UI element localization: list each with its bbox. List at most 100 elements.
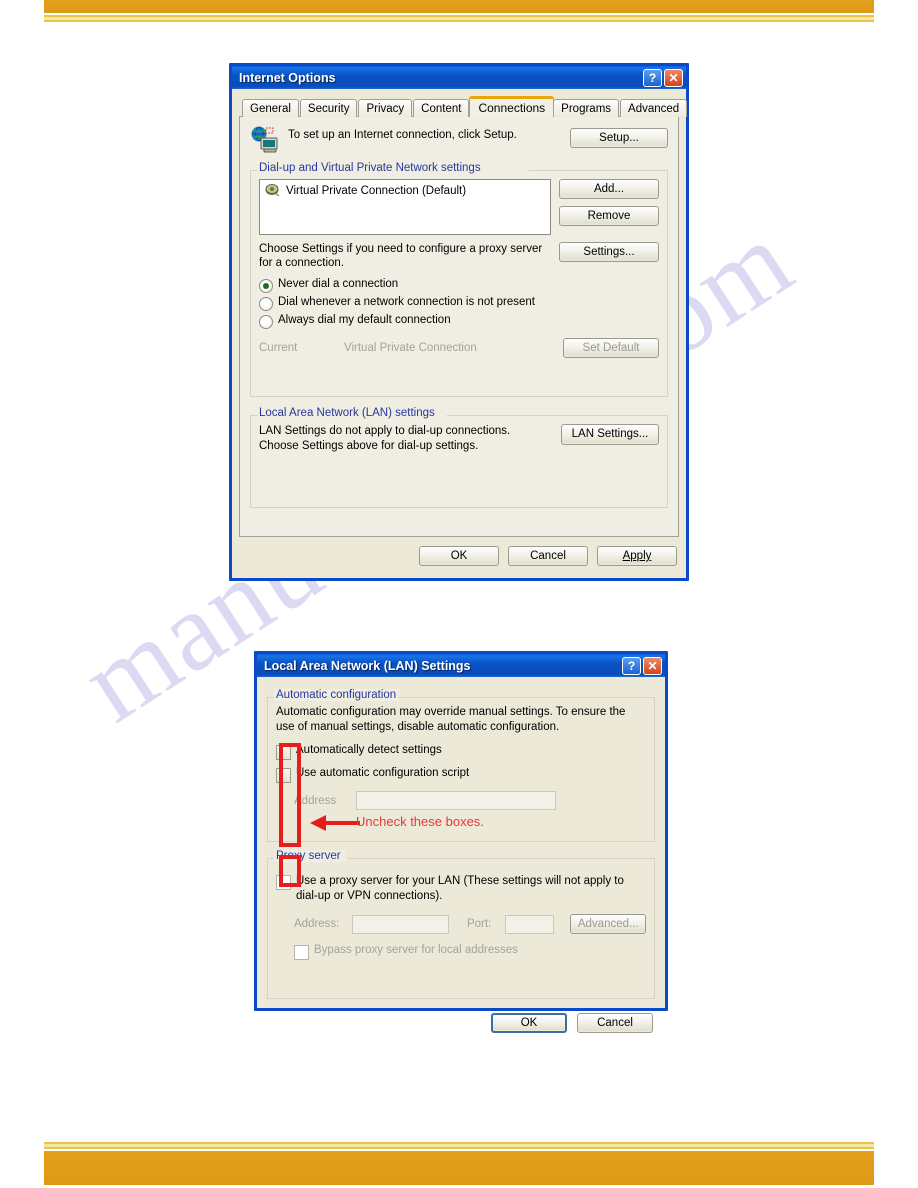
proxy-address-row: Address: Port: Advanced... xyxy=(276,914,647,934)
dialup-buttons: Add... Remove xyxy=(559,179,659,235)
current-connection-row: Current Virtual Private Connection Set D… xyxy=(259,338,659,358)
proxy-port-input[interactable] xyxy=(504,914,555,934)
list-item[interactable]: Virtual Private Connection (Default) xyxy=(265,184,545,198)
header-rule-line-c xyxy=(44,20,874,22)
setup-button[interactable]: Setup... xyxy=(570,128,668,148)
current-label: Current xyxy=(259,342,298,354)
setup-button-label: Setup... xyxy=(599,132,639,144)
lan-cancel-button-label: Cancel xyxy=(597,1017,633,1029)
apply-button[interactable]: Apply xyxy=(597,546,677,566)
bypass-proxy-label: Bypass proxy server for local addresses xyxy=(314,944,518,956)
internet-options-footer: OK Cancel Apply xyxy=(239,546,679,566)
page-footer-rule xyxy=(44,1142,874,1185)
annotation-note: Uncheck these boxes. xyxy=(356,814,484,829)
lan-settings-legend: Local Area Network (LAN) settings xyxy=(257,407,439,419)
lan-cancel-button[interactable]: Cancel xyxy=(577,1013,653,1033)
auto-detect-settings-label: Automatically detect settings xyxy=(296,744,442,756)
use-auto-config-script-checkbox[interactable] xyxy=(276,768,291,783)
proxy-server-legend: Proxy server xyxy=(274,850,345,862)
automatic-configuration-description: Automatic configuration may override man… xyxy=(276,706,626,733)
lan-settings-titlebar: Local Area Network (LAN) Settings ? ✕ xyxy=(257,654,665,677)
internet-options-body: General Security Privacy Content Connect… xyxy=(232,89,688,573)
remove-button[interactable]: Remove xyxy=(559,206,659,226)
radio-never-dial-row[interactable]: Never dial a connection xyxy=(259,278,659,293)
help-icon[interactable]: ? xyxy=(622,656,641,675)
internet-options-tabstrip: General Security Privacy Content Connect… xyxy=(239,96,688,117)
auto-address-label: Address xyxy=(294,794,337,807)
auto-detect-settings-row[interactable]: Automatically detect settings xyxy=(276,744,646,760)
set-default-button-label: Set Default xyxy=(582,342,640,354)
use-auto-config-script-label: Use automatic configuration script xyxy=(296,767,470,779)
tab-programs[interactable]: Programs xyxy=(553,99,620,117)
lan-settings-footer: OK Cancel xyxy=(267,1013,655,1033)
help-icon[interactable]: ? xyxy=(643,68,662,87)
use-proxy-row[interactable]: Use a proxy server for your LAN (These s… xyxy=(276,874,646,904)
bypass-proxy-row: Bypass proxy server for local addresses xyxy=(276,944,646,960)
tab-connections[interactable]: Connections xyxy=(469,96,555,117)
connections-tab-page: To set up an Internet connection, click … xyxy=(239,116,679,537)
set-default-button: Set Default xyxy=(563,338,659,358)
proxy-address-label: Address: xyxy=(294,918,340,930)
tab-general[interactable]: General xyxy=(242,99,299,117)
auto-detect-settings-checkbox[interactable] xyxy=(276,745,291,760)
radio-always-dial-label: Always dial my default connection xyxy=(278,314,451,326)
ok-button[interactable]: OK xyxy=(419,546,499,566)
radio-always-dial[interactable] xyxy=(259,315,273,329)
automatic-configuration-legend: Automatic configuration xyxy=(274,689,401,701)
radio-dial-whenever[interactable] xyxy=(259,297,273,311)
use-auto-config-script-row[interactable]: Use automatic configuration script xyxy=(276,767,646,783)
lan-ok-button-label: OK xyxy=(520,1017,538,1029)
internet-options-title: Internet Options xyxy=(239,70,336,85)
tab-advanced[interactable]: Advanced xyxy=(620,99,688,117)
internet-options-dialog: Internet Options ? ✕ General Security Pr… xyxy=(229,63,689,581)
dialup-vpn-group: Dial-up and Virtual Private Network sett… xyxy=(250,162,668,397)
lan-settings-dialog: Local Area Network (LAN) Settings ? ✕ Au… xyxy=(254,651,668,1033)
lan-settings-group: Local Area Network (LAN) settings LAN Se… xyxy=(250,407,668,508)
tab-content[interactable]: Content xyxy=(413,99,470,117)
footer-rule-thick xyxy=(44,1151,874,1185)
auto-address-input[interactable] xyxy=(356,791,556,810)
lan-row: LAN Settings do not apply to dial-up con… xyxy=(259,424,659,454)
apply-button-label: Apply xyxy=(622,550,652,562)
connections-listbox[interactable]: Virtual Private Connection (Default) xyxy=(259,179,551,235)
close-icon[interactable]: ✕ xyxy=(664,68,683,87)
page-header-rule xyxy=(44,0,874,22)
proxy-address-input[interactable] xyxy=(351,914,449,934)
settings-button[interactable]: Settings... xyxy=(559,242,659,262)
remove-button-label: Remove xyxy=(587,210,631,222)
lan-settings-title: Local Area Network (LAN) Settings xyxy=(264,658,471,673)
use-proxy-label: Use a proxy server for your LAN (These s… xyxy=(296,875,624,902)
add-button[interactable]: Add... xyxy=(559,179,659,199)
tab-security[interactable]: Security xyxy=(299,99,358,117)
settings-hint-row: Choose Settings if you need to configure… xyxy=(259,242,659,270)
cancel-button-label: Cancel xyxy=(530,550,566,562)
radio-always-dial-row[interactable]: Always dial my default connection xyxy=(259,314,659,329)
dialup-list-row: Virtual Private Connection (Default) Add… xyxy=(259,179,659,235)
proxy-advanced-button-label: Advanced... xyxy=(577,918,639,930)
lan-settings-button[interactable]: LAN Settings... xyxy=(561,424,659,445)
use-proxy-checkbox[interactable] xyxy=(276,875,291,890)
dialup-vpn-legend: Dial-up and Virtual Private Network sett… xyxy=(257,162,485,174)
list-item-label: Virtual Private Connection (Default) xyxy=(286,185,467,197)
radio-never-dial[interactable] xyxy=(259,279,273,293)
tab-privacy[interactable]: Privacy xyxy=(358,99,413,117)
proxy-server-group: Proxy server Use a proxy server for your… xyxy=(267,850,655,999)
setup-row: To set up an Internet connection, click … xyxy=(250,126,668,154)
close-icon[interactable]: ✕ xyxy=(643,656,662,675)
settings-button-label: Settings... xyxy=(583,246,635,258)
lan-ok-button[interactable]: OK xyxy=(491,1013,567,1033)
bypass-proxy-checkbox xyxy=(294,945,309,960)
dial-mode-radios: Never dial a connection Dial whenever a … xyxy=(259,278,659,329)
radio-dial-whenever-row[interactable]: Dial whenever a network connection is no… xyxy=(259,296,659,311)
setup-description: To set up an Internet connection, click … xyxy=(288,129,517,141)
auto-address-row: Address xyxy=(276,791,646,810)
proxy-advanced-button: Advanced... xyxy=(570,914,647,934)
radio-dial-whenever-label: Dial whenever a network connection is no… xyxy=(278,296,535,308)
cancel-button[interactable]: Cancel xyxy=(508,546,588,566)
network-connection-icon xyxy=(265,184,281,198)
header-rule-thick xyxy=(44,0,874,13)
lan-description: LAN Settings do not apply to dial-up con… xyxy=(259,425,511,452)
lan-settings-button-label: LAN Settings... xyxy=(571,428,649,440)
settings-hint: Choose Settings if you need to configure… xyxy=(259,243,543,269)
ok-button-label: OK xyxy=(450,550,468,562)
